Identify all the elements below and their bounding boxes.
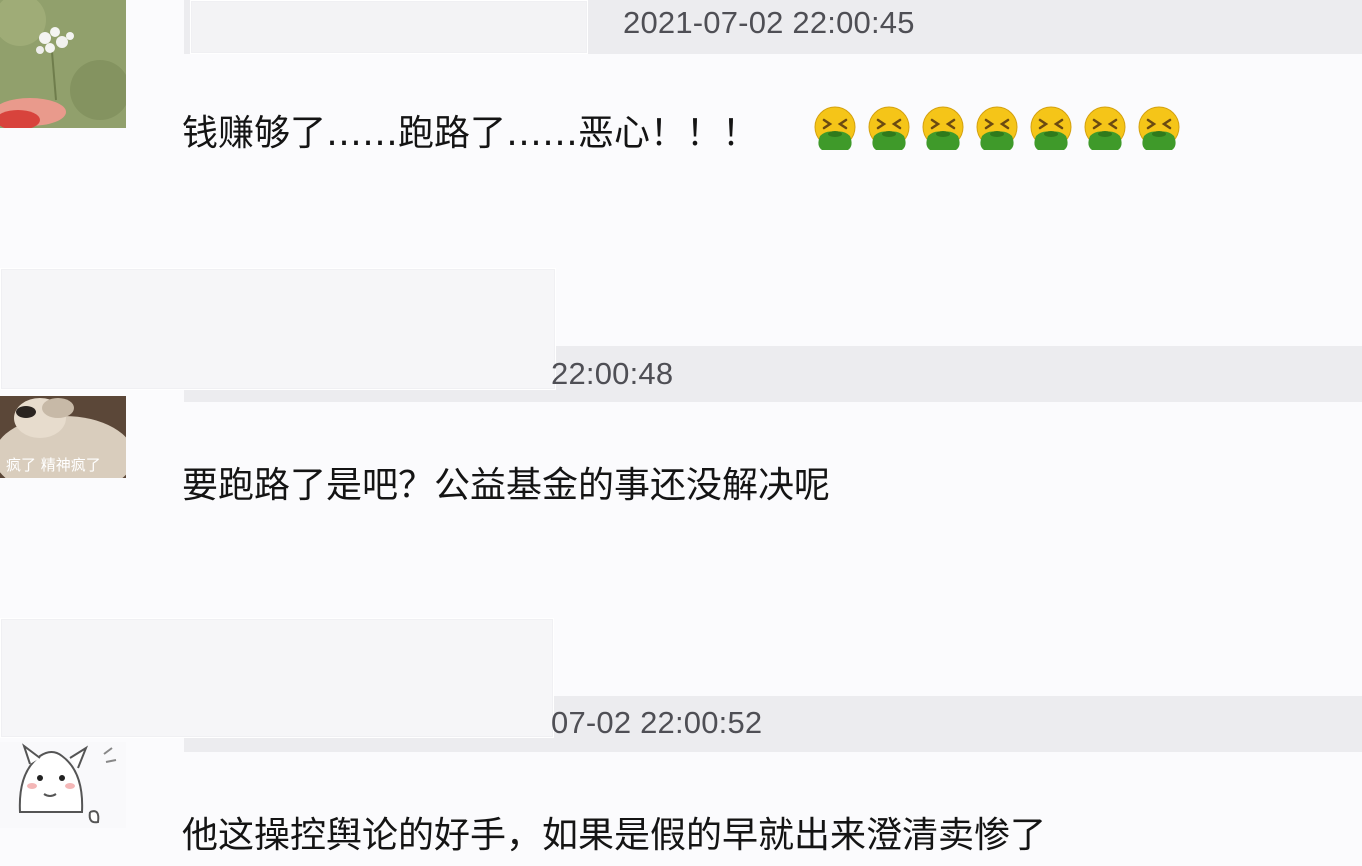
vomiting-face-icon: [814, 106, 856, 150]
user-avatar[interactable]: [0, 742, 126, 828]
vomiting-face-icon: [868, 106, 910, 150]
user-avatar[interactable]: 疯了 精神疯了: [0, 396, 126, 478]
comment-timestamp: 07-02 22:00:52: [551, 705, 763, 740]
username-redaction: [0, 618, 554, 738]
comment-timestamp: 22:00:48: [551, 356, 674, 391]
emoji-row: [812, 106, 1182, 152]
dog-avatar: 疯了 精神疯了: [0, 396, 126, 478]
cartoon-cat-avatar: [0, 742, 126, 828]
user-avatar[interactable]: [0, 0, 126, 128]
comment-text: 要跑路了是吧？公益基金的事还没解决呢: [182, 465, 831, 506]
vomiting-face-icon: [1084, 106, 1126, 150]
flower-avatar: [0, 0, 126, 128]
username-redaction: [190, 0, 588, 54]
avatar-caption: 疯了 精神疯了: [6, 456, 101, 474]
comment-feed: 2021-07-02 22:00:45 钱赚够了……跑路了……恶心！！！ 22:…: [0, 0, 1362, 866]
vomiting-face-icon: [922, 106, 964, 150]
comment-text: 他这操控舆论的好手，如果是假的早就出来澄清卖惨了: [182, 815, 1047, 856]
vomiting-face-icon: [1138, 106, 1180, 150]
username-redaction: [0, 268, 556, 390]
comment-timestamp: 2021-07-02 22:00:45: [623, 5, 915, 40]
vomiting-face-icon: [1030, 106, 1072, 150]
vomiting-face-icon: [976, 106, 1018, 150]
comment-text: 钱赚够了……跑路了……恶心！！！: [182, 113, 759, 154]
